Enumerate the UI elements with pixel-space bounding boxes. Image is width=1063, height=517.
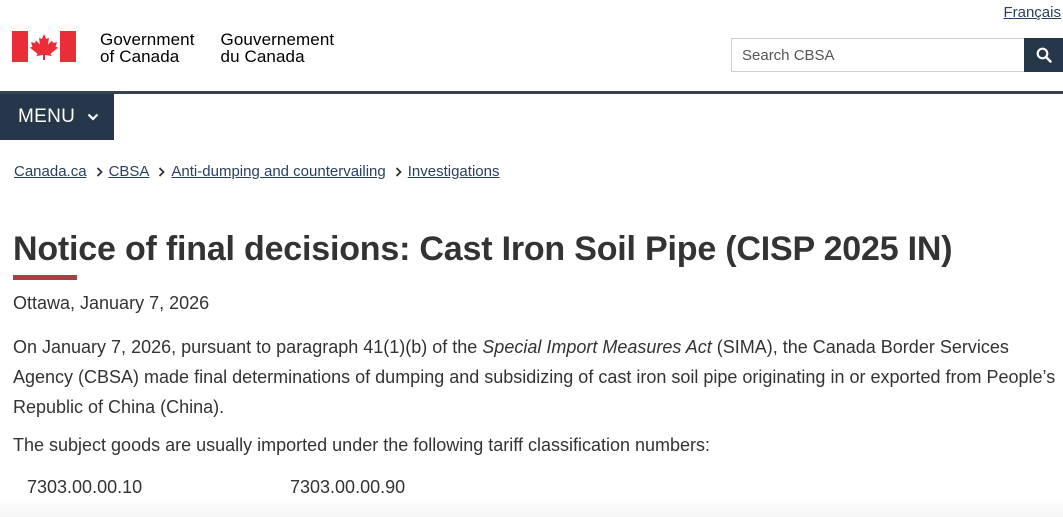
chevron-down-icon xyxy=(87,113,99,121)
menu-button[interactable]: MENU xyxy=(0,94,114,140)
menu-label: MENU xyxy=(18,106,76,127)
act-name: Special Import Measures Act xyxy=(482,337,712,357)
chevron-right-icon xyxy=(158,166,166,177)
breadcrumb: Canada.ca CBSA Anti-dumping and counterv… xyxy=(14,163,499,180)
gov-name-fr-line1: Gouvernement xyxy=(220,30,335,49)
government-signature[interactable]: Government of Canada Gouvernement du Can… xyxy=(12,31,334,65)
tariff-code-list: 7303.00.00.10 7303.00.00.90 xyxy=(27,477,405,498)
search-input[interactable] xyxy=(731,38,1024,72)
page-title: Notice of final decisions: Cast Iron Soi… xyxy=(13,230,953,268)
gov-name-en-line2: of Canada xyxy=(100,47,180,66)
canada-flag-icon xyxy=(12,31,76,62)
bottom-fade xyxy=(0,498,1063,517)
search-icon xyxy=(1036,47,1052,63)
language-toggle-link[interactable]: Français xyxy=(1003,4,1061,21)
gov-name-en-line1: Government xyxy=(100,30,195,49)
search-button[interactable] xyxy=(1024,38,1063,72)
intro-text-before: On January 7, 2026, pursuant to paragrap… xyxy=(13,337,483,357)
tariff-code: 7303.00.00.90 xyxy=(290,477,406,497)
breadcrumb-cbsa[interactable]: CBSA xyxy=(109,163,150,180)
government-name-fr: Gouvernement du Canada xyxy=(221,31,335,65)
government-name-en: Government of Canada xyxy=(100,31,195,65)
chevron-right-icon xyxy=(96,166,103,177)
tariff-code: 7303.00.00.10 xyxy=(27,477,143,497)
breadcrumb-investigations[interactable]: Investigations xyxy=(408,163,500,180)
dateline: Ottawa, January 7, 2026 xyxy=(13,293,210,313)
intro-paragraph: On January 7, 2026, pursuant to paragrap… xyxy=(13,332,1061,422)
chevron-right-icon xyxy=(395,166,402,177)
tariff-intro-paragraph: The subject goods are usually imported u… xyxy=(13,435,711,455)
breadcrumb-anti-dumping[interactable]: Anti-dumping and countervailing xyxy=(171,163,385,180)
header-divider xyxy=(0,91,1063,94)
gov-name-fr-line2: du Canada xyxy=(220,47,305,66)
title-accent-bar xyxy=(13,275,77,280)
search-form xyxy=(731,38,1063,72)
breadcrumb-canada-ca[interactable]: Canada.ca xyxy=(14,163,87,180)
